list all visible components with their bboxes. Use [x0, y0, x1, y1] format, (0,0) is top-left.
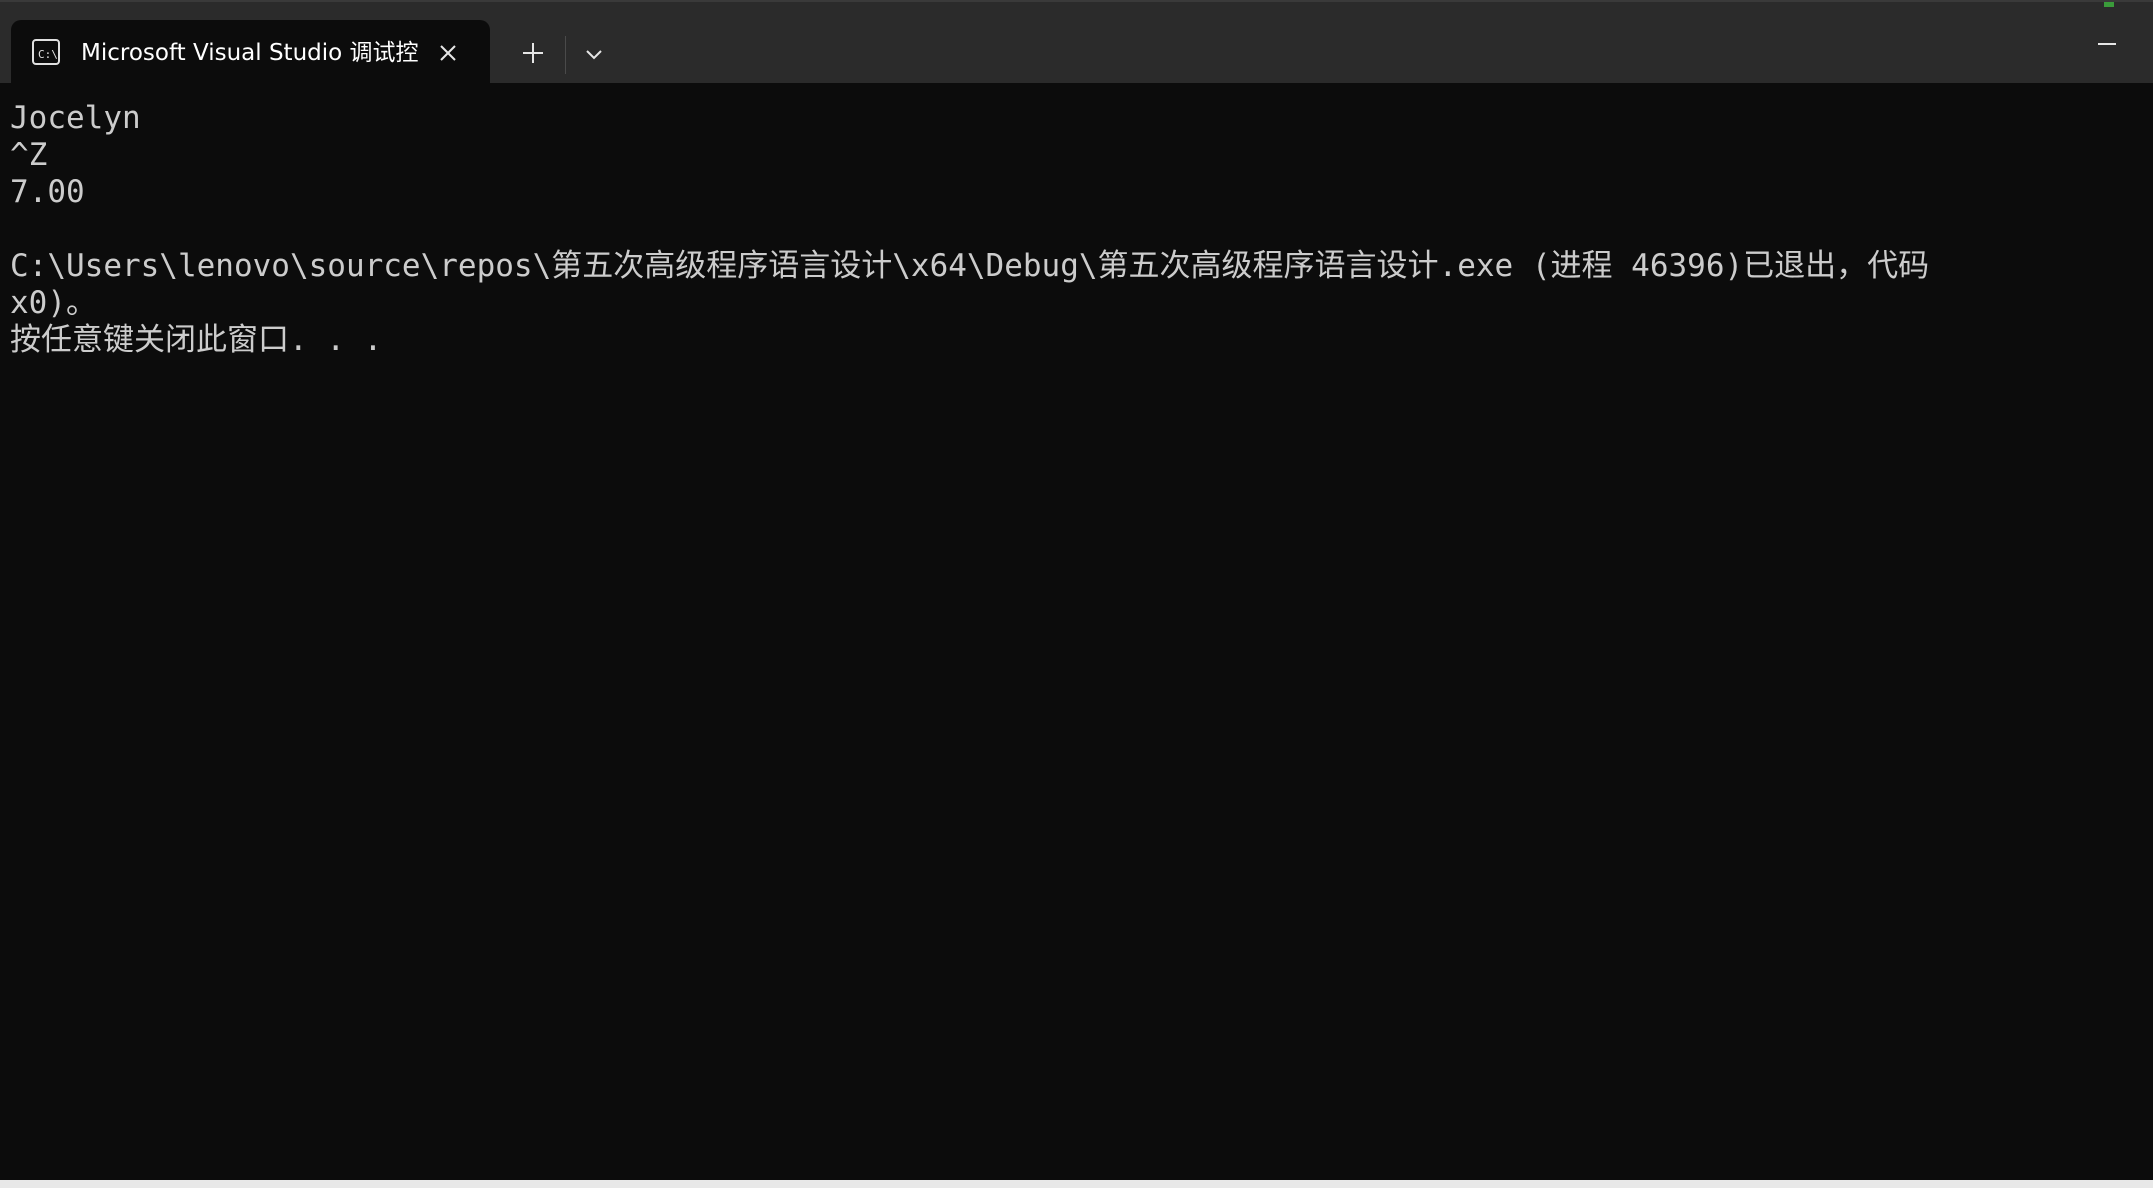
- console-line: C:\Users\lenovo\source\repos\第五次高级程序语言设计…: [10, 248, 1930, 284]
- title-bar: C:\ Microsoft Visual Studio 调试控: [0, 0, 2153, 85]
- svg-text:C:\: C:\: [38, 48, 58, 61]
- chevron-down-icon[interactable]: [577, 38, 611, 72]
- console-line: 按任意键关闭此窗口. . .: [10, 322, 383, 358]
- console-line: 7.00: [10, 174, 85, 210]
- tab-separator: [565, 36, 566, 74]
- console-icon: C:\: [32, 39, 60, 65]
- close-icon[interactable]: [431, 36, 465, 70]
- plus-icon[interactable]: [516, 36, 550, 70]
- window-indicator: [2104, 2, 2114, 7]
- console-output[interactable]: Jocelyn ^Z 7.00 C:\Users\lenovo\source\r…: [10, 100, 2153, 1170]
- tab-title: Microsoft Visual Studio 调试控: [81, 40, 419, 66]
- minimize-icon[interactable]: [2090, 24, 2124, 58]
- tab-debug-console[interactable]: C:\ Microsoft Visual Studio 调试控: [11, 20, 490, 85]
- bottom-edge: [0, 1180, 2153, 1188]
- console-line: ^Z: [10, 137, 48, 173]
- console-line: x0)。: [10, 285, 97, 321]
- terminal-window: C:\ Microsoft Visual Studio 调试控 Jocelyn …: [0, 0, 2153, 1188]
- console-line: Jocelyn: [10, 100, 141, 136]
